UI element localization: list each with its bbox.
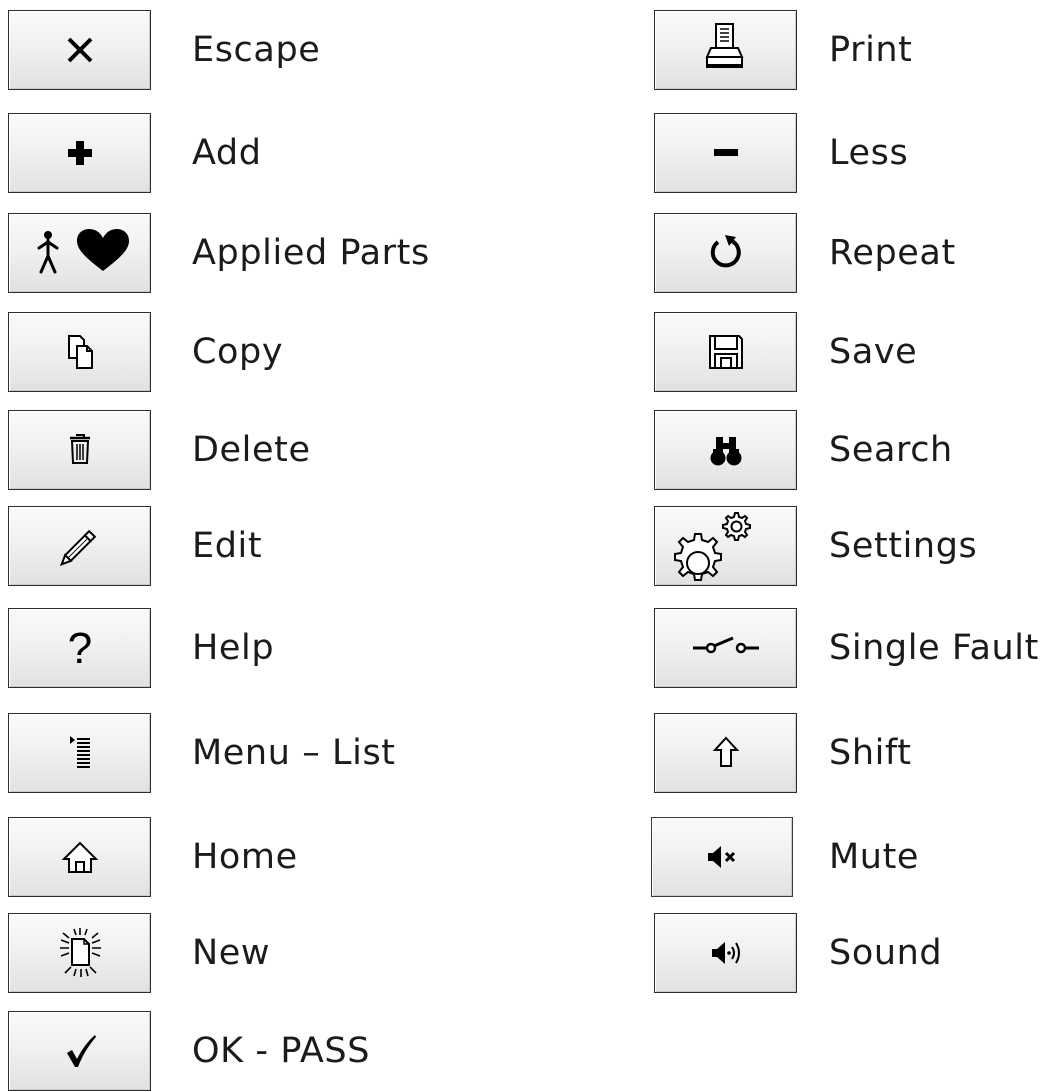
- mute-label: Mute: [829, 837, 920, 877]
- plus-icon: [67, 141, 92, 165]
- close-icon: [67, 37, 92, 63]
- trash-icon: [69, 434, 90, 464]
- shift-label: Shift: [829, 733, 912, 773]
- shift-arrow-icon: [712, 736, 739, 767]
- delete-button[interactable]: [8, 410, 151, 490]
- home-button[interactable]: [8, 817, 151, 897]
- repeat-icon: [710, 235, 741, 268]
- menu-list-label: Menu – List: [192, 733, 396, 773]
- save-label: Save: [829, 332, 918, 372]
- speaker-sound-icon: [711, 942, 740, 964]
- single-fault-label: Single Fault: [829, 628, 1039, 668]
- person-heart-icon: [37, 229, 129, 274]
- search-label: Search: [829, 430, 953, 470]
- printer-icon: [704, 23, 744, 68]
- applied-parts-label: Applied Parts: [192, 233, 430, 273]
- applied-parts-button[interactable]: [8, 213, 151, 293]
- ok-pass-label: OK - PASS: [192, 1031, 371, 1071]
- menu-list-icon: [69, 736, 90, 768]
- delete-label: Delete: [192, 430, 311, 470]
- less-button[interactable]: [654, 113, 797, 193]
- new-document-icon: [59, 928, 101, 977]
- save-button[interactable]: [654, 312, 797, 392]
- copy-label: Copy: [192, 332, 284, 372]
- shift-button[interactable]: [654, 713, 797, 793]
- home-label: Home: [192, 837, 298, 877]
- edit-button[interactable]: [8, 506, 151, 586]
- escape-button[interactable]: [8, 10, 151, 90]
- binoculars-icon: [710, 437, 741, 466]
- print-label: Print: [829, 30, 913, 70]
- checkmark-icon: [66, 1035, 96, 1067]
- menu-list-button[interactable]: [8, 713, 151, 793]
- minus-icon: [713, 149, 738, 156]
- new-button[interactable]: [8, 913, 151, 993]
- print-button[interactable]: [654, 10, 797, 90]
- less-label: Less: [829, 133, 909, 173]
- repeat-label: Repeat: [829, 233, 956, 273]
- pencil-icon: [59, 529, 96, 567]
- copy-button[interactable]: [8, 312, 151, 392]
- sound-button[interactable]: [654, 913, 797, 993]
- escape-label: Escape: [192, 30, 321, 70]
- search-button[interactable]: [654, 410, 797, 490]
- switch-icon: [692, 636, 759, 654]
- settings-button[interactable]: [654, 506, 797, 586]
- mute-button[interactable]: [651, 817, 793, 897]
- sound-label: Sound: [829, 933, 943, 973]
- single-fault-button[interactable]: [654, 608, 797, 688]
- ok-pass-button[interactable]: [8, 1011, 151, 1091]
- gears-icon: [674, 512, 751, 581]
- new-label: New: [192, 933, 271, 973]
- add-button[interactable]: [8, 113, 151, 193]
- help-label: Help: [192, 628, 275, 668]
- svg-text:?: ?: [67, 624, 91, 673]
- question-icon: ?: [67, 624, 91, 673]
- add-label: Add: [192, 133, 262, 173]
- speaker-mute-icon: [708, 846, 736, 868]
- edit-label: Edit: [192, 526, 263, 566]
- settings-label: Settings: [829, 526, 978, 566]
- floppy-disk-icon: [708, 335, 743, 369]
- copy-icon: [67, 335, 93, 369]
- home-icon: [61, 841, 98, 873]
- help-button[interactable]: ?: [8, 608, 151, 688]
- repeat-button[interactable]: [654, 213, 797, 293]
